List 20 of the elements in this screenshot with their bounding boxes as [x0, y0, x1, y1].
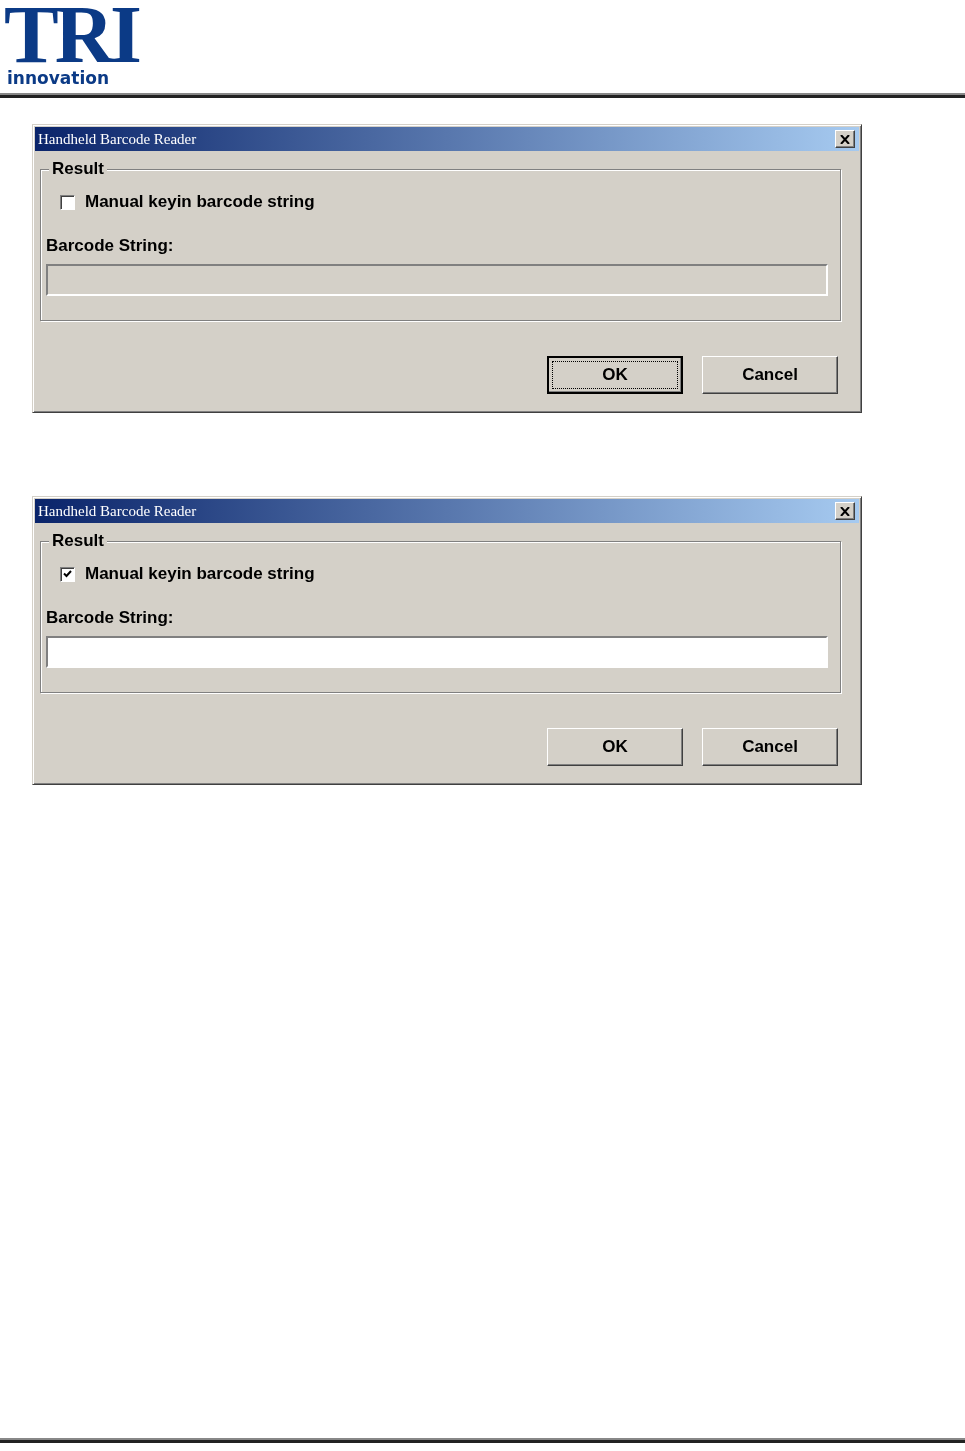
cancel-button[interactable]: Cancel	[702, 728, 838, 766]
checkbox[interactable]	[60, 566, 75, 582]
check-icon	[63, 570, 72, 578]
ok-button[interactable]: OK	[547, 728, 683, 766]
field-label: Barcode String:	[46, 236, 175, 256]
input-field[interactable]	[46, 636, 828, 668]
field-label: Barcode String:	[46, 608, 175, 628]
logo-text: innovation	[7, 68, 109, 88]
cancel-button[interactable]: Cancel	[702, 356, 838, 394]
logo-mark: TRI	[4, 2, 138, 68]
window-title: Handheld Barcode Reader	[38, 130, 197, 148]
close-icon	[840, 506, 850, 516]
checkbox-label[interactable]: Manual keyin barcode string	[85, 564, 315, 584]
close-button[interactable]	[835, 502, 855, 520]
checkbox[interactable]	[60, 194, 75, 210]
close-icon	[840, 134, 850, 144]
checkbox-label[interactable]: Manual keyin barcode string	[85, 192, 315, 212]
ok-button[interactable]: OK	[547, 356, 683, 394]
close-button[interactable]	[835, 130, 855, 148]
window-title: Handheld Barcode Reader	[38, 502, 197, 520]
